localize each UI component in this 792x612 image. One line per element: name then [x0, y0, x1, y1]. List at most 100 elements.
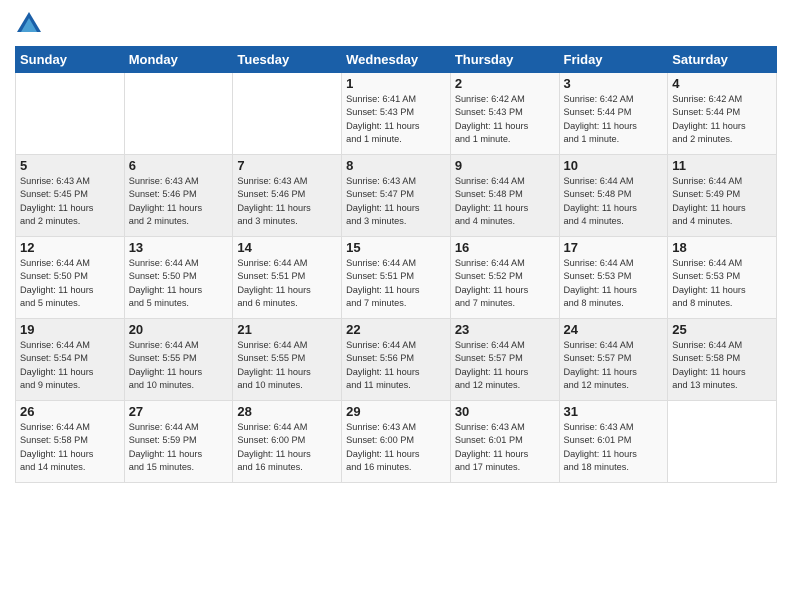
day-cell: 13Sunrise: 6:44 AMSunset: 5:50 PMDayligh… [124, 237, 233, 319]
day-number: 23 [455, 322, 555, 337]
logo-icon [15, 10, 43, 38]
day-number: 1 [346, 76, 446, 91]
day-info: Sunrise: 6:42 AMSunset: 5:44 PMDaylight:… [564, 93, 664, 146]
day-cell: 20Sunrise: 6:44 AMSunset: 5:55 PMDayligh… [124, 319, 233, 401]
day-cell: 10Sunrise: 6:44 AMSunset: 5:48 PMDayligh… [559, 155, 668, 237]
day-number: 11 [672, 158, 772, 173]
logo [15, 10, 47, 38]
day-cell: 9 Sunrise: 6:44 AMSunset: 5:48 PMDaylight… [450, 155, 559, 237]
day-cell: 5 Sunrise: 6:43 AMSunset: 5:45 PMDaylight… [16, 155, 125, 237]
day-cell: 19 Sunrise: 6:44 AMSunset: 5:54 PMDayligh… [16, 319, 125, 401]
day-cell [233, 73, 342, 155]
day-header-tuesday: Tuesday [233, 47, 342, 73]
day-info: Sunrise: 6:44 AMSunset: 5:54 PMDaylight:… [20, 339, 120, 392]
day-cell: 28 Sunrise: 6:44 AMSunset: 6:00 PMDayligh… [233, 401, 342, 483]
day-number: 28 [237, 404, 337, 419]
day-number: 18 [672, 240, 772, 255]
day-header-friday: Friday [559, 47, 668, 73]
day-info: Sunrise: 6:44 AMSunset: 5:51 PMDaylight:… [237, 257, 337, 310]
day-cell: 22 Sunrise: 6:44 AMSunset: 5:56 PMDayligh… [342, 319, 451, 401]
day-info: Sunrise: 6:43 AMSunset: 5:46 PMDaylight:… [129, 175, 229, 228]
page: SundayMondayTuesdayWednesdayThursdayFrid… [0, 0, 792, 612]
day-cell: 6 Sunrise: 6:43 AMSunset: 5:46 PMDaylight… [124, 155, 233, 237]
day-cell: 23 Sunrise: 6:44 AMSunset: 5:57 PMDayligh… [450, 319, 559, 401]
day-info: Sunrise: 6:44 AMSunset: 5:58 PMDaylight:… [20, 421, 120, 474]
day-number: 25 [672, 322, 772, 337]
calendar: SundayMondayTuesdayWednesdayThursdayFrid… [15, 46, 777, 483]
day-number: 12 [20, 240, 120, 255]
day-number: 3 [564, 76, 664, 91]
day-number: 6 [129, 158, 229, 173]
day-cell: 11 Sunrise: 6:44 AMSunset: 5:49 PMDayligh… [668, 155, 777, 237]
day-header-wednesday: Wednesday [342, 47, 451, 73]
day-number: 2 [455, 76, 555, 91]
day-number: 26 [20, 404, 120, 419]
day-cell: 14Sunrise: 6:44 AMSunset: 5:51 PMDayligh… [233, 237, 342, 319]
day-info: Sunrise: 6:44 AMSunset: 5:50 PMDaylight:… [129, 257, 229, 310]
day-number: 5 [20, 158, 120, 173]
day-info: Sunrise: 6:44 AMSunset: 5:58 PMDaylight:… [672, 339, 772, 392]
day-info: Sunrise: 6:44 AMSunset: 5:50 PMDaylight:… [20, 257, 120, 310]
day-number: 29 [346, 404, 446, 419]
day-number: 27 [129, 404, 229, 419]
week-row-4: 19 Sunrise: 6:44 AMSunset: 5:54 PMDayligh… [16, 319, 777, 401]
day-cell: 21 Sunrise: 6:44 AMSunset: 5:55 PMDayligh… [233, 319, 342, 401]
day-number: 30 [455, 404, 555, 419]
day-header-sunday: Sunday [16, 47, 125, 73]
day-info: Sunrise: 6:44 AMSunset: 5:59 PMDaylight:… [129, 421, 229, 474]
day-cell: 2Sunrise: 6:42 AMSunset: 5:43 PMDaylight… [450, 73, 559, 155]
day-info: Sunrise: 6:44 AMSunset: 5:56 PMDaylight:… [346, 339, 446, 392]
week-row-1: 1 Sunrise: 6:41 AMSunset: 5:43 PMDaylight… [16, 73, 777, 155]
day-cell [668, 401, 777, 483]
day-number: 31 [564, 404, 664, 419]
day-number: 8 [346, 158, 446, 173]
day-header-thursday: Thursday [450, 47, 559, 73]
day-info: Sunrise: 6:44 AMSunset: 5:57 PMDaylight:… [455, 339, 555, 392]
day-number: 19 [20, 322, 120, 337]
day-header-saturday: Saturday [668, 47, 777, 73]
day-cell: 31 Sunrise: 6:43 AMSunset: 6:01 PMDayligh… [559, 401, 668, 483]
day-number: 9 [455, 158, 555, 173]
day-info: Sunrise: 6:43 AMSunset: 6:01 PMDaylight:… [455, 421, 555, 474]
day-cell: 24Sunrise: 6:44 AMSunset: 5:57 PMDayligh… [559, 319, 668, 401]
day-info: Sunrise: 6:42 AMSunset: 5:44 PMDaylight:… [672, 93, 772, 146]
day-number: 7 [237, 158, 337, 173]
day-info: Sunrise: 6:44 AMSunset: 5:51 PMDaylight:… [346, 257, 446, 310]
week-row-3: 12 Sunrise: 6:44 AMSunset: 5:50 PMDayligh… [16, 237, 777, 319]
day-cell: 3 Sunrise: 6:42 AMSunset: 5:44 PMDaylight… [559, 73, 668, 155]
day-number: 10 [564, 158, 664, 173]
day-cell: 12 Sunrise: 6:44 AMSunset: 5:50 PMDayligh… [16, 237, 125, 319]
day-cell: 17Sunrise: 6:44 AMSunset: 5:53 PMDayligh… [559, 237, 668, 319]
day-cell: 7 Sunrise: 6:43 AMSunset: 5:46 PMDaylight… [233, 155, 342, 237]
day-cell: 15 Sunrise: 6:44 AMSunset: 5:51 PMDayligh… [342, 237, 451, 319]
day-cell: 1 Sunrise: 6:41 AMSunset: 5:43 PMDaylight… [342, 73, 451, 155]
day-info: Sunrise: 6:44 AMSunset: 5:48 PMDaylight:… [455, 175, 555, 228]
day-info: Sunrise: 6:44 AMSunset: 5:52 PMDaylight:… [455, 257, 555, 310]
day-cell: 16 Sunrise: 6:44 AMSunset: 5:52 PMDayligh… [450, 237, 559, 319]
day-number: 15 [346, 240, 446, 255]
day-info: Sunrise: 6:43 AMSunset: 6:01 PMDaylight:… [564, 421, 664, 474]
calendar-header-row: SundayMondayTuesdayWednesdayThursdayFrid… [16, 47, 777, 73]
day-number: 4 [672, 76, 772, 91]
header [15, 10, 777, 38]
day-info: Sunrise: 6:41 AMSunset: 5:43 PMDaylight:… [346, 93, 446, 146]
day-info: Sunrise: 6:44 AMSunset: 5:53 PMDaylight:… [672, 257, 772, 310]
day-info: Sunrise: 6:44 AMSunset: 5:49 PMDaylight:… [672, 175, 772, 228]
day-cell: 30 Sunrise: 6:43 AMSunset: 6:01 PMDayligh… [450, 401, 559, 483]
day-cell [124, 73, 233, 155]
day-number: 21 [237, 322, 337, 337]
day-info: Sunrise: 6:43 AMSunset: 5:45 PMDaylight:… [20, 175, 120, 228]
day-cell: 8Sunrise: 6:43 AMSunset: 5:47 PMDaylight… [342, 155, 451, 237]
day-number: 17 [564, 240, 664, 255]
day-info: Sunrise: 6:43 AMSunset: 5:46 PMDaylight:… [237, 175, 337, 228]
day-cell: 25 Sunrise: 6:44 AMSunset: 5:58 PMDayligh… [668, 319, 777, 401]
day-info: Sunrise: 6:43 AMSunset: 6:00 PMDaylight:… [346, 421, 446, 474]
day-number: 20 [129, 322, 229, 337]
day-cell: 26 Sunrise: 6:44 AMSunset: 5:58 PMDayligh… [16, 401, 125, 483]
day-info: Sunrise: 6:44 AMSunset: 5:55 PMDaylight:… [237, 339, 337, 392]
day-number: 16 [455, 240, 555, 255]
day-cell [16, 73, 125, 155]
day-number: 22 [346, 322, 446, 337]
day-info: Sunrise: 6:44 AMSunset: 6:00 PMDaylight:… [237, 421, 337, 474]
day-header-monday: Monday [124, 47, 233, 73]
